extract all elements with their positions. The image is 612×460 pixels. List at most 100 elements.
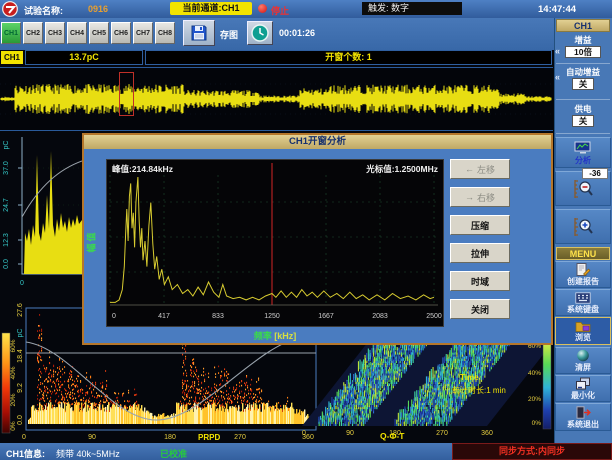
- menu-item-create-report[interactable]: 创建报告: [555, 261, 611, 288]
- analysis-button[interactable]: 分析: [555, 137, 611, 168]
- axis-tick: 180: [164, 434, 176, 441]
- menu-item-label: 创建报告: [567, 277, 599, 286]
- sidebar-channel-tab[interactable]: CH1: [556, 19, 610, 32]
- app-logo-icon: [2, 1, 18, 17]
- collapse-left-icon[interactable]: «: [555, 46, 560, 56]
- zoom-in-button[interactable]: [555, 209, 611, 244]
- axis-tick: 0.0: [3, 259, 10, 269]
- axis-tick: 270: [234, 434, 246, 441]
- test-name-label: 试验名称:: [24, 4, 63, 17]
- channel-button-ch5[interactable]: CH5: [89, 22, 109, 44]
- x-axis-label-text: 频率: [254, 331, 272, 341]
- channel-button-ch6[interactable]: CH6: [111, 22, 131, 44]
- waveform-panel[interactable]: [0, 67, 553, 131]
- trigger-badge[interactable]: 触发: 数字: [362, 2, 462, 15]
- qpt-panel[interactable]: 09018027036060%40%20%0% Time 统计时长:1 min …: [300, 330, 553, 443]
- zoom-in-icon: [571, 216, 595, 238]
- auto-gain-value-box[interactable]: 关: [572, 78, 594, 90]
- axis-tick: 417: [158, 313, 170, 320]
- window-selection-box[interactable]: [119, 72, 134, 116]
- keyboard-icon: [575, 292, 591, 304]
- axis-tick: 2083: [372, 313, 388, 320]
- channel-button-ch4[interactable]: CH4: [67, 22, 87, 44]
- time-domain-button[interactable]: 时域: [450, 271, 510, 291]
- colorbar-tick: 40%: [10, 366, 17, 379]
- sync-mode-badge[interactable]: 同步方式:内同步: [452, 443, 612, 460]
- left-plot-unit: pC: [3, 141, 10, 150]
- test-name-value: 0916: [88, 4, 108, 14]
- axis-tick: 12.3: [3, 233, 10, 247]
- axis-tick: 1250: [264, 313, 280, 320]
- axis-tick: 2500: [426, 313, 442, 320]
- amplitude-readout: 13.7pC: [25, 50, 143, 65]
- axis-tick: 24.7: [3, 198, 10, 212]
- stretch-button[interactable]: 拉伸: [450, 243, 510, 263]
- elapsed-time: 00:01:26: [279, 28, 315, 38]
- menu-item-system-keyboard[interactable]: 系统键盘: [555, 289, 611, 316]
- channel-button-ch8[interactable]: CH8: [155, 22, 175, 44]
- sidebar-menu-tab[interactable]: MENU: [556, 247, 610, 260]
- qpt-title: Q-Φ-T: [380, 431, 404, 441]
- axis-tick: 37.0: [3, 161, 10, 175]
- close-button[interactable]: 关闭: [450, 299, 510, 319]
- waveform-plot: [0, 68, 553, 130]
- axis-tick: 18.4: [17, 349, 24, 363]
- menu-item-minimize[interactable]: 最小化: [555, 375, 611, 402]
- qpt-time-label: Time: [460, 373, 479, 382]
- power-label: 供电: [554, 103, 612, 115]
- colorbar-tick: 0%: [532, 420, 542, 427]
- menu-item-label: 清屏: [575, 363, 591, 372]
- zoom-level-badge: -36: [582, 168, 608, 179]
- power-value-box[interactable]: 关: [572, 115, 594, 127]
- menu-item-clear-screen[interactable]: 清屏: [555, 347, 611, 374]
- active-channel-tag: CH1: [1, 51, 23, 64]
- current-channel-badge[interactable]: 当前通道:CH1: [170, 2, 252, 15]
- channel-button-ch3[interactable]: CH3: [45, 22, 65, 44]
- title-bar: 试验名称: 0916 当前通道:CH1 停止 触发: 数字 14:47:44: [0, 0, 612, 18]
- menu-item-label: 最小化: [571, 391, 595, 400]
- menu-item-browse[interactable]: 浏览: [555, 317, 611, 345]
- axis-tick: 0: [22, 434, 26, 441]
- axis-tick: 833: [212, 313, 224, 320]
- save-image-label: 存图: [220, 28, 238, 41]
- amplitude-histogram-plot[interactable]: pC 37.0 24.7 12.3 0.0 0: [0, 133, 82, 302]
- save-image-button[interactable]: [183, 20, 215, 46]
- dialog-x-axis-label: 频率 [kHz]: [106, 329, 444, 342]
- app-window: 试验名称: 0916 当前通道:CH1 停止 触发: 数字 14:47:44 C…: [0, 0, 612, 460]
- axis-tick: 0: [112, 313, 116, 320]
- channel-button-ch1[interactable]: CH1: [1, 22, 21, 44]
- zoom-out-icon: [571, 178, 595, 200]
- channel-toolbar: CH1CH2CH3CH4CH5CH6CH7CH8 存图 00:01:26: [0, 18, 554, 50]
- shift-left-button[interactable]: ← 左移: [450, 159, 510, 179]
- prpd-unit: pC: [17, 329, 24, 338]
- cursor-value-readout: 光标值:1.2500MHz: [366, 163, 438, 175]
- report-icon: [575, 263, 591, 276]
- dialog-title-bar[interactable]: CH1开窗分析: [84, 135, 551, 149]
- channel-info-label: CH1信息:: [6, 447, 45, 460]
- spectrum-plot: 04178331250166720832500: [106, 159, 444, 327]
- peak-value-readout: 峰值:214.84kHz: [112, 163, 173, 175]
- stop-indicator-icon: [258, 4, 267, 13]
- colorbar-tick: 60%: [10, 339, 17, 352]
- shift-right-button[interactable]: → 右移: [450, 187, 510, 207]
- axis-tick: 0: [302, 430, 306, 437]
- spectrum-chart[interactable]: 04178331250166720832500 峰值:214.84kHz 光标值…: [106, 159, 444, 327]
- channel-button-ch2[interactable]: CH2: [23, 22, 43, 44]
- sphere-icon: [576, 349, 590, 362]
- compress-button[interactable]: 压缩: [450, 215, 510, 235]
- analysis-label: 分析: [575, 156, 591, 165]
- colorbar-tick: 20%: [528, 396, 541, 403]
- menu-item-label: 系统键盘: [567, 305, 599, 314]
- gain-value-box[interactable]: 10倍: [565, 46, 601, 58]
- channel-button-ch7[interactable]: CH7: [133, 22, 153, 44]
- stop-label[interactable]: 停止: [271, 4, 289, 17]
- menu-item-system-exit[interactable]: 系统退出: [555, 403, 611, 431]
- timer-button[interactable]: [247, 21, 273, 45]
- colorbar-tick: 40%: [528, 370, 541, 377]
- system-clock: 14:47:44: [538, 4, 576, 15]
- left-plot-origin: 0: [20, 280, 24, 287]
- folder-icon: [575, 320, 591, 332]
- axis-tick: 360: [481, 430, 493, 437]
- axis-tick: 9.2: [17, 383, 24, 393]
- axis-tick: 0.0: [17, 415, 24, 425]
